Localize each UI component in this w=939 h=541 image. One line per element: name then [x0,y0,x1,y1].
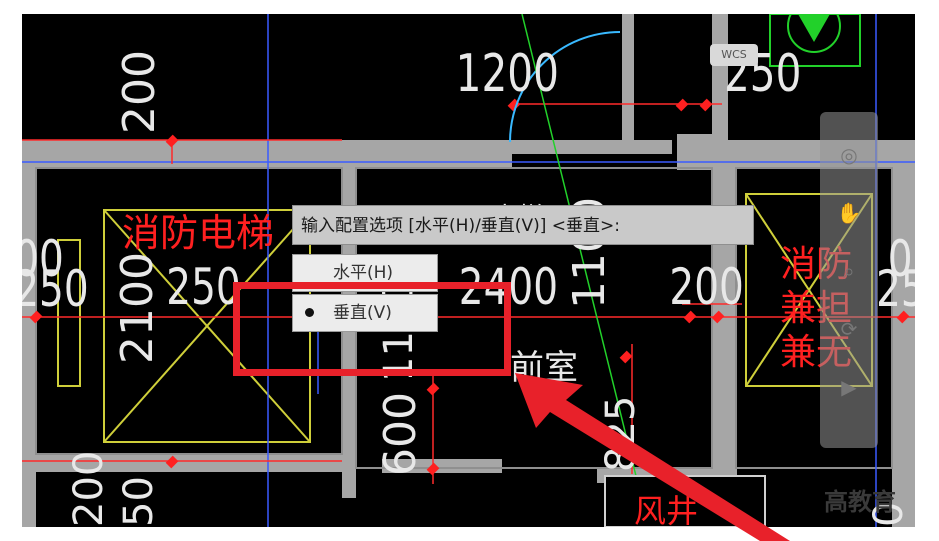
annotation-arrow [515,373,790,541]
watermark-text: 高教育 [824,488,896,516]
screenshot-frame: 1200 250 2400 200 250 00 250 00 25 200 2… [0,0,939,541]
